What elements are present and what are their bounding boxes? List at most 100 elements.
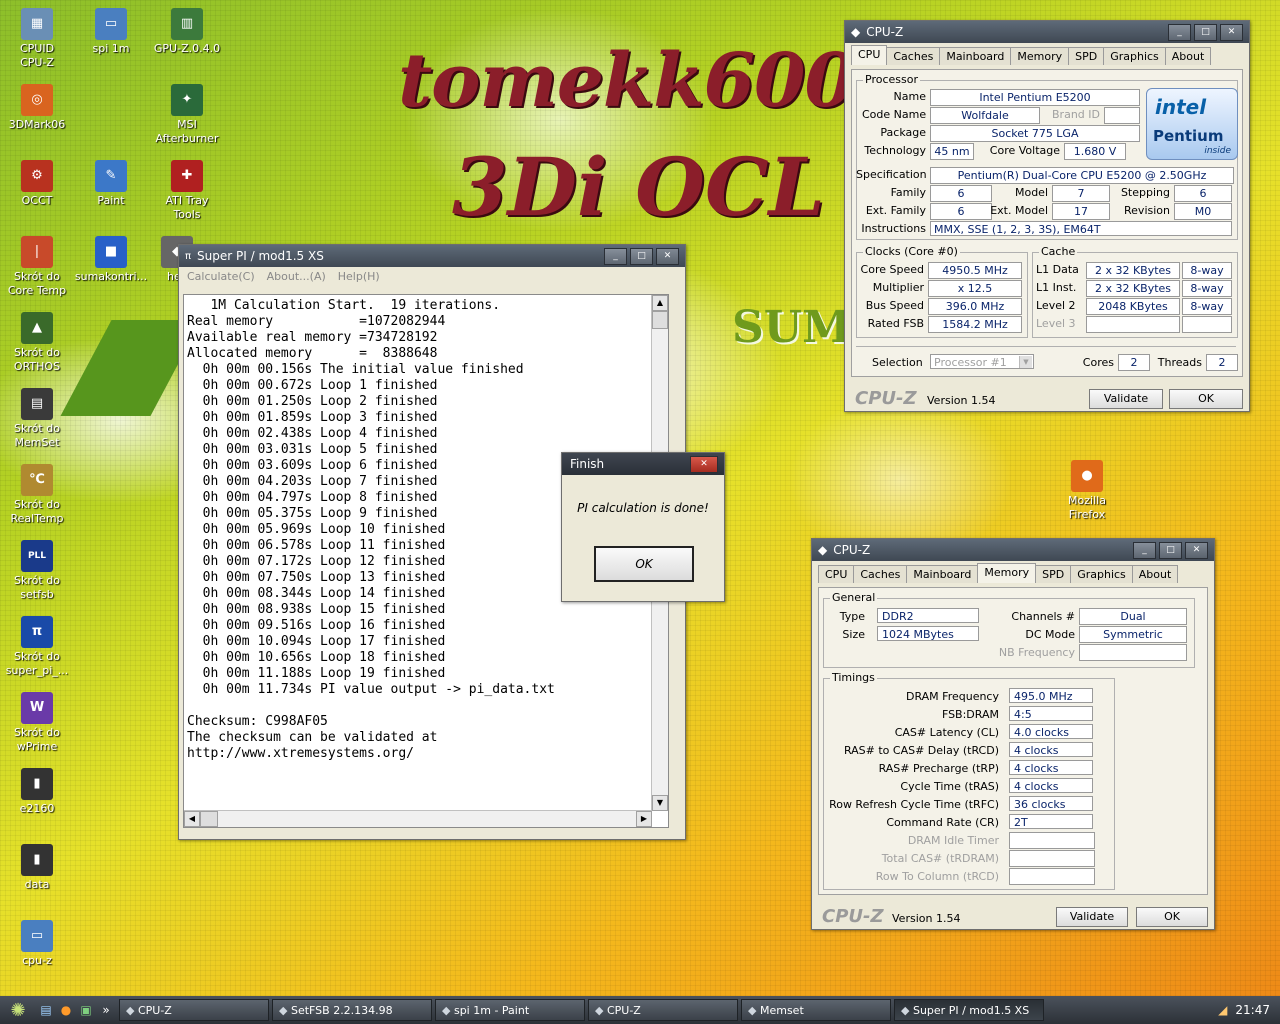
value-cores: 2: [1118, 354, 1150, 371]
tab-mainboard[interactable]: Mainboard: [939, 47, 1012, 65]
taskbar-button-setfsb-2-2-134-98[interactable]: ◆ SetFSB 2.2.134.98: [272, 999, 432, 1021]
maximize-button[interactable]: □: [1194, 23, 1217, 41]
horizontal-scrollbar[interactable]: ◀ ▶: [184, 810, 652, 827]
menu-item-about-a[interactable]: About...(A): [267, 270, 326, 283]
cpuz-cpu-window[interactable]: ◆ CPU-Z _ □ ✕ CPU Caches Mainboard Memory SP…: [844, 20, 1250, 412]
taskbar-button-label: Super PI / mod1.5 XS: [912, 1004, 1030, 1017]
taskbar-button-super-pi-mod1-5-xs[interactable]: ◆ Super PI / mod1.5 XS: [894, 999, 1044, 1021]
tab-mainboard[interactable]: Mainboard: [906, 565, 979, 583]
ok-button[interactable]: OK: [594, 546, 694, 582]
quicklaunch-overflow-icon[interactable]: »: [96, 1003, 116, 1017]
desktop-icon-skr-t-do-setfsb[interactable]: PLL Skrót do setfsb: [0, 540, 74, 602]
minimize-button[interactable]: _: [1133, 541, 1156, 559]
tab-caches[interactable]: Caches: [853, 565, 908, 583]
label-core-speed: Core Speed: [860, 263, 924, 276]
desktop-icon-skr-t-do-orthos[interactable]: ▲ Skrót do ORTHOS: [0, 312, 74, 374]
validate-button[interactable]: Validate: [1056, 907, 1128, 927]
tab-graphics[interactable]: Graphics: [1103, 47, 1166, 65]
paint-icon: ◆: [442, 1004, 454, 1017]
ok-button[interactable]: OK: [1169, 389, 1243, 409]
desktop-icon-mozilla-firefox[interactable]: ● Mozilla Firefox: [1050, 460, 1124, 522]
minimize-button[interactable]: _: [604, 247, 627, 265]
tab-cpu[interactable]: CPU: [818, 565, 855, 583]
tray-volume-icon[interactable]: ◢: [1218, 1003, 1227, 1017]
label-channels: Channels #: [1011, 610, 1075, 623]
taskbar-button-memset[interactable]: ◆ Memset: [741, 999, 891, 1021]
scroll-down-arrow[interactable]: ▼: [652, 795, 668, 811]
start-button[interactable]: ✺: [0, 997, 36, 1023]
desktop-icon-skr-t-do-super-pi[interactable]: π Skrót do super_pi_...: [0, 616, 74, 678]
value-technology: 45 nm: [930, 143, 974, 160]
occt-icon: ⚙: [21, 160, 53, 192]
desktop-icon-ati-tray-tools[interactable]: ✚ ATI Tray Tools: [150, 160, 224, 222]
tab-memory[interactable]: Memory: [1010, 47, 1070, 65]
desktop-icon-spi-1m[interactable]: ▭ spi 1m: [74, 8, 148, 56]
tab-about[interactable]: About: [1164, 47, 1212, 65]
superpi-titlebar[interactable]: π Super PI / mod1.5 XS _ □ ✕: [179, 245, 685, 267]
desktop-icon-skr-t-do-core-temp[interactable]: ❘ Skrót do Core Temp: [0, 236, 74, 298]
desktop-icon-data[interactable]: ▮ data: [0, 844, 74, 892]
close-button[interactable]: ✕: [690, 455, 718, 473]
taskbar-button-cpu-z[interactable]: ◆ CPU-Z: [119, 999, 269, 1021]
desktop-icon-gpu-z-0-4-0[interactable]: ▥ GPU-Z.0.4.0: [150, 8, 224, 56]
tab-spd[interactable]: SPD: [1068, 47, 1105, 65]
close-button[interactable]: ✕: [1220, 23, 1243, 41]
desktop-icon-paint[interactable]: ✎ Paint: [74, 160, 148, 208]
scroll-left-arrow[interactable]: ◀: [184, 811, 200, 827]
label-size: Size: [842, 628, 865, 641]
value-l1-inst: 2 x 32 KBytes: [1086, 280, 1180, 297]
maximize-button[interactable]: □: [630, 247, 653, 265]
desktop-icon-3dmark06[interactable]: ◎ 3DMark06: [0, 84, 74, 132]
quicklaunch-media-icon[interactable]: ▣: [76, 1003, 96, 1017]
scroll-thumb[interactable]: [200, 811, 218, 827]
cpuz-memory-titlebar[interactable]: ◆ CPU-Z _ □ ✕: [812, 539, 1214, 561]
value-model: 7: [1052, 185, 1110, 202]
output-line: The checksum can be validated at: [187, 730, 438, 745]
taskbar-button-cpu-z[interactable]: ◆ CPU-Z: [588, 999, 738, 1021]
label-selection: Selection: [872, 356, 923, 369]
minimize-button[interactable]: _: [1168, 23, 1191, 41]
tab-spd[interactable]: SPD: [1035, 565, 1072, 583]
desktop-icon-skr-t-do-wprime[interactable]: W Skrót do wPrime: [0, 692, 74, 754]
desktop-icon-sumakontri[interactable]: ■ sumakontri...: [74, 236, 148, 284]
taskbar-button-spi-1m-paint[interactable]: ◆ spi 1m - Paint: [435, 999, 585, 1021]
maximize-button[interactable]: □: [1159, 541, 1182, 559]
finish-titlebar[interactable]: Finish ✕: [562, 453, 724, 475]
finish-dialog[interactable]: Finish ✕ PI calculation is done! OK: [561, 452, 725, 602]
label-nb-frequency: NB Frequency: [998, 646, 1075, 659]
desktop-icon-e2160[interactable]: ▮ e2160: [0, 768, 74, 816]
close-button[interactable]: ✕: [656, 247, 679, 265]
ok-button[interactable]: OK: [1136, 907, 1208, 927]
taskbar: ✺ ▤ ● ▣ » ◆ CPU-Z ◆ SetFSB 2.2.134.98 ◆ sp…: [0, 996, 1280, 1024]
desktop-icon-skr-t-do-realtemp[interactable]: ℃ Skrót do RealTemp: [0, 464, 74, 526]
desktop-icon-cpuid-cpu-z[interactable]: ▦ CPUID CPU-Z: [0, 8, 74, 70]
tab-cpu[interactable]: CPU: [851, 45, 888, 65]
desktop-icon-occt[interactable]: ⚙ OCCT: [0, 160, 74, 208]
menu-item-calculate-c[interactable]: Calculate(C): [187, 270, 255, 283]
menu-item-help-h[interactable]: Help(H): [338, 270, 380, 283]
quicklaunch-desktop-icon[interactable]: ▤: [36, 1003, 56, 1017]
processor-select[interactable]: Processor #1 ▼: [930, 354, 1034, 369]
tab-memory[interactable]: Memory: [977, 563, 1037, 583]
desktop-icon-skr-t-do-memset[interactable]: ▤ Skrót do MemSet: [0, 388, 74, 450]
group-label: Processor: [863, 73, 920, 86]
tab-caches[interactable]: Caches: [886, 47, 941, 65]
quicklaunch-firefox-icon[interactable]: ●: [56, 1003, 76, 1017]
folder-icon: ▮: [21, 768, 53, 800]
desktop-icon-msi-afterburner[interactable]: ✦ MSI Afterburner: [150, 84, 224, 146]
tab-graphics[interactable]: Graphics: [1070, 565, 1133, 583]
cpuz-cpu-titlebar[interactable]: ◆ CPU-Z _ □ ✕: [845, 21, 1249, 43]
desktop-icon-cpu-z[interactable]: ▭ cpu-z: [0, 920, 74, 968]
output-line: 0h 00m 00.672s Loop 1 finished: [187, 378, 438, 393]
cpuz-memory-window[interactable]: ◆ CPU-Z _ □ ✕ CPU Caches Mainboard Memory SP…: [811, 538, 1215, 930]
cpuz-tab-bar: CPU Caches Mainboard Memory SPD Graphics About: [812, 561, 1214, 583]
scroll-thumb[interactable]: [652, 311, 668, 329]
taskbar-button-label: CPU-Z: [606, 1004, 641, 1017]
close-button[interactable]: ✕: [1185, 541, 1208, 559]
label-l1-data: L1 Data: [1036, 263, 1079, 276]
scroll-up-arrow[interactable]: ▲: [652, 295, 668, 311]
validate-button[interactable]: Validate: [1089, 389, 1163, 409]
scroll-right-arrow[interactable]: ▶: [636, 811, 652, 827]
tab-about[interactable]: About: [1131, 565, 1179, 583]
label-command-rate: Command Rate (CR): [886, 816, 999, 829]
